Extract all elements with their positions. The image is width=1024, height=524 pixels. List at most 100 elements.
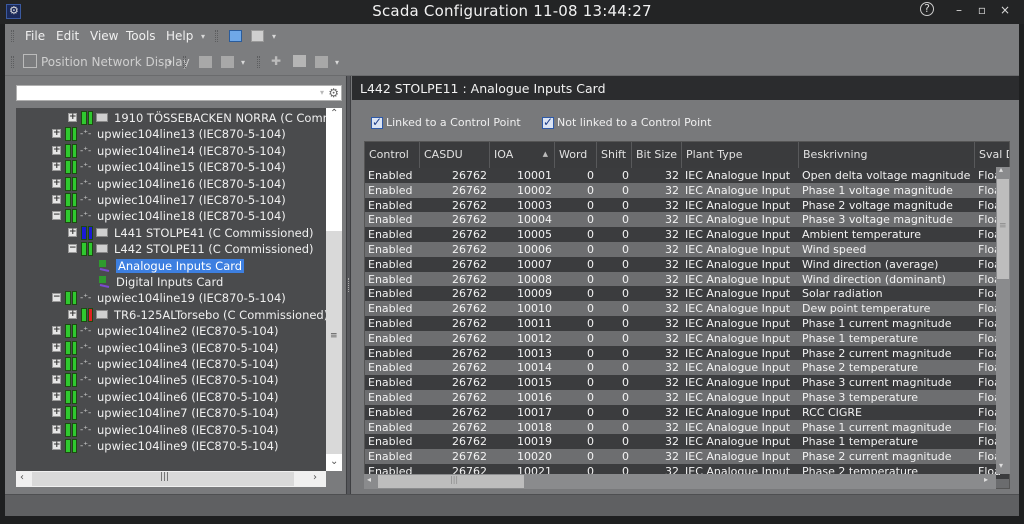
column-header[interactable]: IOA ▲ <box>490 142 555 168</box>
tree-item[interactable]: − -⁺- upwiec104line18 (IEC870-5-104) <box>16 208 326 224</box>
table-row[interactable]: Enabled 26762 10003 0 0 32 IEC Analogue Input P… <box>365 197 1009 213</box>
scroll-right-icon[interactable]: ▸ <box>984 475 988 484</box>
checkbox-checked-icon[interactable] <box>542 115 554 129</box>
collapse-icon[interactable]: − <box>52 293 61 303</box>
column-header[interactable]: Beskrivning <box>799 142 975 168</box>
table-row[interactable]: Enabled 26762 10016 0 0 32 IEC Analogue Input P… <box>365 390 1009 405</box>
menu-file[interactable]: File <box>25 29 45 43</box>
layout-list-icon[interactable] <box>229 30 242 42</box>
scroll-up-icon[interactable]: ⌃ <box>330 108 338 119</box>
position-network-icon[interactable] <box>23 54 37 68</box>
export-dropdown-icon[interactable]: ▾ <box>241 58 245 67</box>
table-row[interactable]: Enabled 26762 10019 0 0 32 IEC Analogue Input P… <box>365 434 1009 450</box>
maximize-button[interactable]: ▫ <box>973 3 991 17</box>
linked-filter-checkbox[interactable]: Linked to a Control Point <box>371 115 521 129</box>
table-row[interactable]: Enabled 26762 10002 0 0 32 IEC Analogue Input P… <box>365 182 1009 198</box>
checkbox-checked-icon[interactable] <box>371 115 383 129</box>
tree-item[interactable]: + -⁺- upwiec104line4 (IEC870-5-104) <box>16 356 326 372</box>
tree-horizontal-scroll-thumb[interactable]: ||| <box>32 472 294 486</box>
close-button[interactable]: × <box>996 3 1014 17</box>
toolbar-grip[interactable] <box>257 56 260 68</box>
import-icon[interactable] <box>199 56 212 68</box>
help-icon[interactable]: ? <box>920 2 934 16</box>
tree-vertical-scrollbar[interactable]: ⌃ ≡ ⌄ <box>326 108 342 471</box>
expand-icon[interactable]: + <box>52 359 61 368</box>
table-row[interactable]: Enabled 26762 10010 0 0 32 IEC Analogue Input D… <box>365 301 1009 317</box>
expand-icon[interactable]: + <box>52 326 61 336</box>
link-dropdown-icon[interactable]: ▾ <box>335 58 339 67</box>
table-row[interactable]: Enabled 26762 10007 0 0 32 IEC Analogue Input W… <box>365 256 1009 272</box>
layout-dropdown-icon[interactable]: ▾ <box>272 32 276 41</box>
menu-help[interactable]: Help <box>166 29 193 43</box>
scroll-down-icon[interactable]: ⌄ <box>330 456 338 467</box>
tree-item[interactable]: + -⁺- upwiec104line5 (IEC870-5-104) <box>16 372 326 388</box>
scroll-left-icon[interactable]: ◂ <box>367 475 371 484</box>
expand-icon[interactable]: + <box>52 178 61 188</box>
scroll-right-icon[interactable]: › <box>313 472 317 483</box>
column-header[interactable]: Bit Size <box>632 142 682 168</box>
toolbar-grip[interactable] <box>183 56 186 68</box>
table-horizontal-scrollbar[interactable]: ◂ ||| ▸ <box>364 474 996 489</box>
tree-item[interactable]: − -⁺- upwiec104line19 (IEC870-5-104) <box>16 290 326 306</box>
menu-edit[interactable]: Edit <box>56 29 79 43</box>
minimize-button[interactable]: – <box>950 3 968 17</box>
toolbar-grip[interactable] <box>215 30 218 42</box>
tree-item[interactable]: Analogue Inputs Card <box>16 258 326 274</box>
scroll-left-icon[interactable]: ‹ <box>20 472 24 483</box>
expand-icon[interactable]: + <box>52 391 61 401</box>
clipboard-icon[interactable] <box>293 55 306 67</box>
tree-horizontal-scrollbar[interactable]: ‹ ||| › <box>16 471 326 487</box>
collapse-icon[interactable]: − <box>68 244 77 254</box>
tree-item[interactable]: + -⁺- upwiec104line15 (IEC870-5-104) <box>16 159 326 175</box>
tree-item[interactable]: + TR6-125ALTorsebo (C Commissioned) <box>16 307 326 323</box>
tree-item[interactable]: + -⁺- upwiec104line17 (IEC870-5-104) <box>16 192 326 208</box>
collapse-icon[interactable]: − <box>52 211 61 221</box>
table-row[interactable]: Enabled 26762 10001 0 0 32 IEC Analogue Input O… <box>365 168 1009 183</box>
column-header[interactable]: Sval D <box>975 142 1009 168</box>
menu-view[interactable]: View <box>90 29 118 43</box>
column-header[interactable]: Control <box>365 142 420 168</box>
tree-item[interactable]: + -⁺- upwiec104line14 (IEC870-5-104) <box>16 143 326 159</box>
column-header[interactable]: CASDU <box>420 142 490 168</box>
tree-item[interactable]: + L441 STOLPE41 (C Commissioned) <box>16 225 326 241</box>
expand-icon[interactable]: + <box>52 145 61 155</box>
position-network-dropdown-icon[interactable]: ▾ <box>168 58 172 67</box>
table-row[interactable]: Enabled 26762 10012 0 0 32 IEC Analogue Input P… <box>365 330 1009 346</box>
table-row[interactable]: Enabled 26762 10014 0 0 32 IEC Analogue Input P… <box>365 360 1009 376</box>
column-header[interactable]: Plant Type <box>682 142 799 168</box>
not-linked-filter-checkbox[interactable]: Not linked to a Control Point <box>542 115 711 129</box>
toolbar-grip[interactable] <box>11 56 14 68</box>
tree-item[interactable]: + -⁺- upwiec104line8 (IEC870-5-104) <box>16 422 326 438</box>
toolbar-grip[interactable] <box>11 30 14 42</box>
expand-icon[interactable]: + <box>52 441 61 450</box>
expand-icon[interactable]: + <box>68 309 77 319</box>
expand-icon[interactable]: + <box>52 375 61 385</box>
tree-item[interactable]: + -⁺- upwiec104line13 (IEC870-5-104) <box>16 126 326 142</box>
add-point-icon[interactable]: ✚ <box>271 55 284 68</box>
table-row[interactable]: Enabled 26762 10009 0 0 32 IEC Analogue Input S… <box>365 286 1009 302</box>
tree-item[interactable]: + -⁺- upwiec104line9 (IEC870-5-104) <box>16 438 326 454</box>
table-row[interactable]: Enabled 26762 10020 0 0 32 IEC Analogue Input P… <box>365 449 1009 465</box>
expand-icon[interactable]: + <box>52 424 61 434</box>
expand-icon[interactable]: + <box>52 162 61 172</box>
table-row[interactable]: Enabled 26762 10006 0 0 32 IEC Analogue Input W… <box>365 242 1009 257</box>
table-row[interactable]: Enabled 26762 10005 0 0 32 IEC Analogue Input A… <box>365 227 1009 243</box>
expand-icon[interactable]: + <box>68 113 77 122</box>
menu-tools[interactable]: Tools <box>126 29 156 43</box>
scroll-down-icon[interactable]: ▾ <box>999 461 1003 470</box>
tree-item[interactable]: − L442 STOLPE11 (C Commissioned) <box>16 241 326 257</box>
table-horizontal-scroll-thumb[interactable]: ||| <box>378 475 524 488</box>
tree-item[interactable]: + -⁺- upwiec104line7 (IEC870-5-104) <box>16 405 326 421</box>
expand-icon[interactable]: + <box>52 342 61 352</box>
table-row[interactable]: Enabled 26762 10018 0 0 32 IEC Analogue Input P… <box>365 419 1009 435</box>
tree-item[interactable]: + -⁺- upwiec104line16 (IEC870-5-104) <box>16 176 326 192</box>
menu-overflow-dropdown-icon[interactable]: ▾ <box>201 32 205 41</box>
expand-icon[interactable]: + <box>52 408 61 418</box>
table-row[interactable]: Enabled 26762 10011 0 0 32 IEC Analogue Input P… <box>365 316 1009 331</box>
tree-item[interactable]: +1910 TÖSSEBACKEN NORRA (C Commissioned) <box>16 110 326 126</box>
tree-item[interactable]: + -⁺- upwiec104line3 (IEC870-5-104) <box>16 340 326 356</box>
column-header[interactable]: Word <box>555 142 597 168</box>
tree-vertical-scroll-thumb[interactable]: ≡ <box>326 231 342 454</box>
export-icon[interactable] <box>221 56 234 68</box>
table-row[interactable]: Enabled 26762 10004 0 0 32 IEC Analogue Input P… <box>365 212 1009 228</box>
